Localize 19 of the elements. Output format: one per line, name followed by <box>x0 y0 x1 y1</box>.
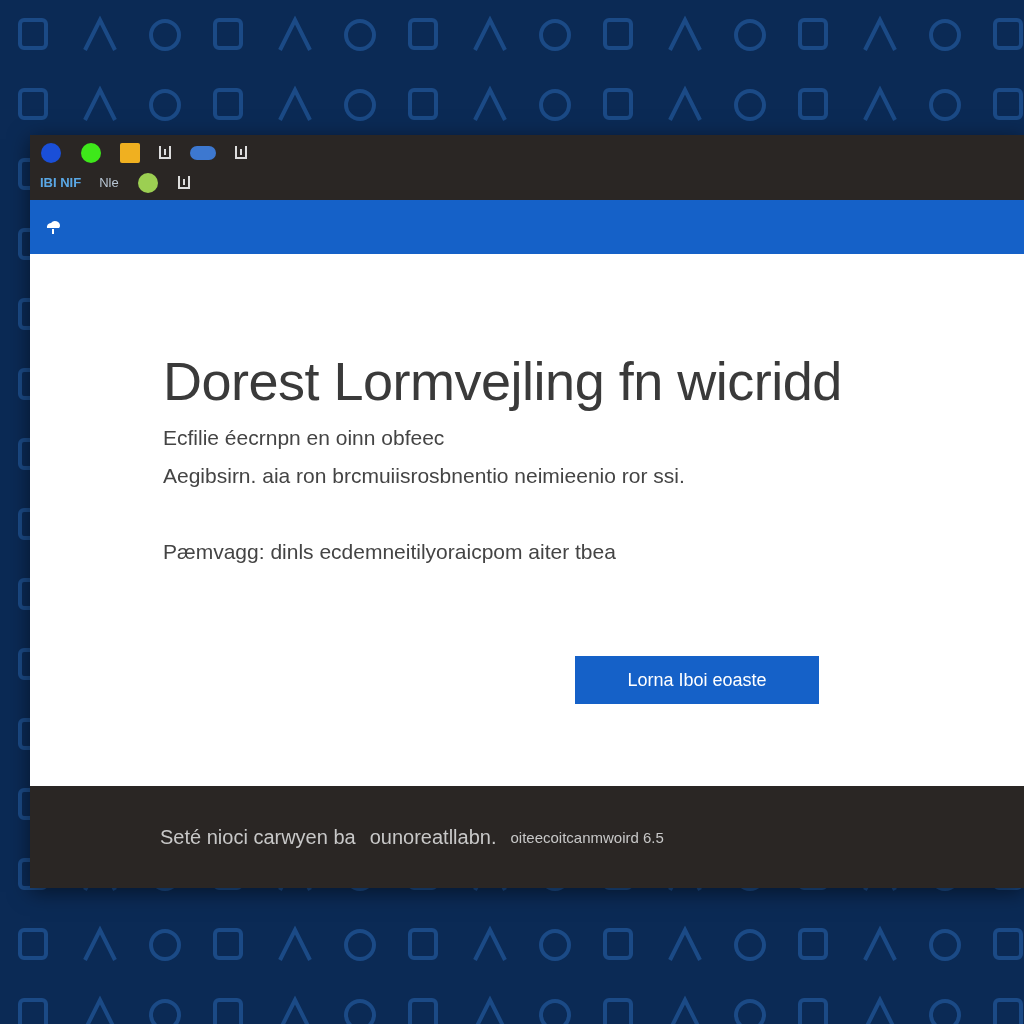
pill-icon[interactable] <box>190 145 216 160</box>
dot-icon[interactable] <box>136 171 159 194</box>
toolbar-label[interactable]: Nle <box>99 175 119 190</box>
cloud-icon <box>44 219 62 235</box>
tool-icon[interactable] <box>234 143 248 162</box>
note-text: Pæmvagg: dinls ecdemneitilyoraicpom aiter tbea <box>163 540 617 564</box>
dot-icon[interactable] <box>40 141 62 164</box>
description-text: Ecfilie éecrnpn en oinn obfeec <box>163 426 446 450</box>
square-icon[interactable] <box>120 142 140 163</box>
footer-text: Seté nioci carwyen ba <box>160 825 356 849</box>
tool-icon[interactable] <box>176 173 191 192</box>
heading: Dorest Lormvejling fn wicridd <box>163 350 843 412</box>
toolbar-label[interactable]: IBI NIF <box>40 175 82 190</box>
tool-icon[interactable] <box>158 143 172 162</box>
description-text: Aegibsirn. aia ron brcmuiisrosbnentio neimieenio ror ssi. <box>163 464 686 488</box>
footer-text: ounoreatllabn. <box>369 825 497 849</box>
action-button[interactable]: Lorna Iboi eoaste <box>575 656 819 704</box>
footer-text: oiteecoitcanmwoird 6.5 <box>510 828 664 846</box>
dot-icon[interactable] <box>80 141 102 164</box>
